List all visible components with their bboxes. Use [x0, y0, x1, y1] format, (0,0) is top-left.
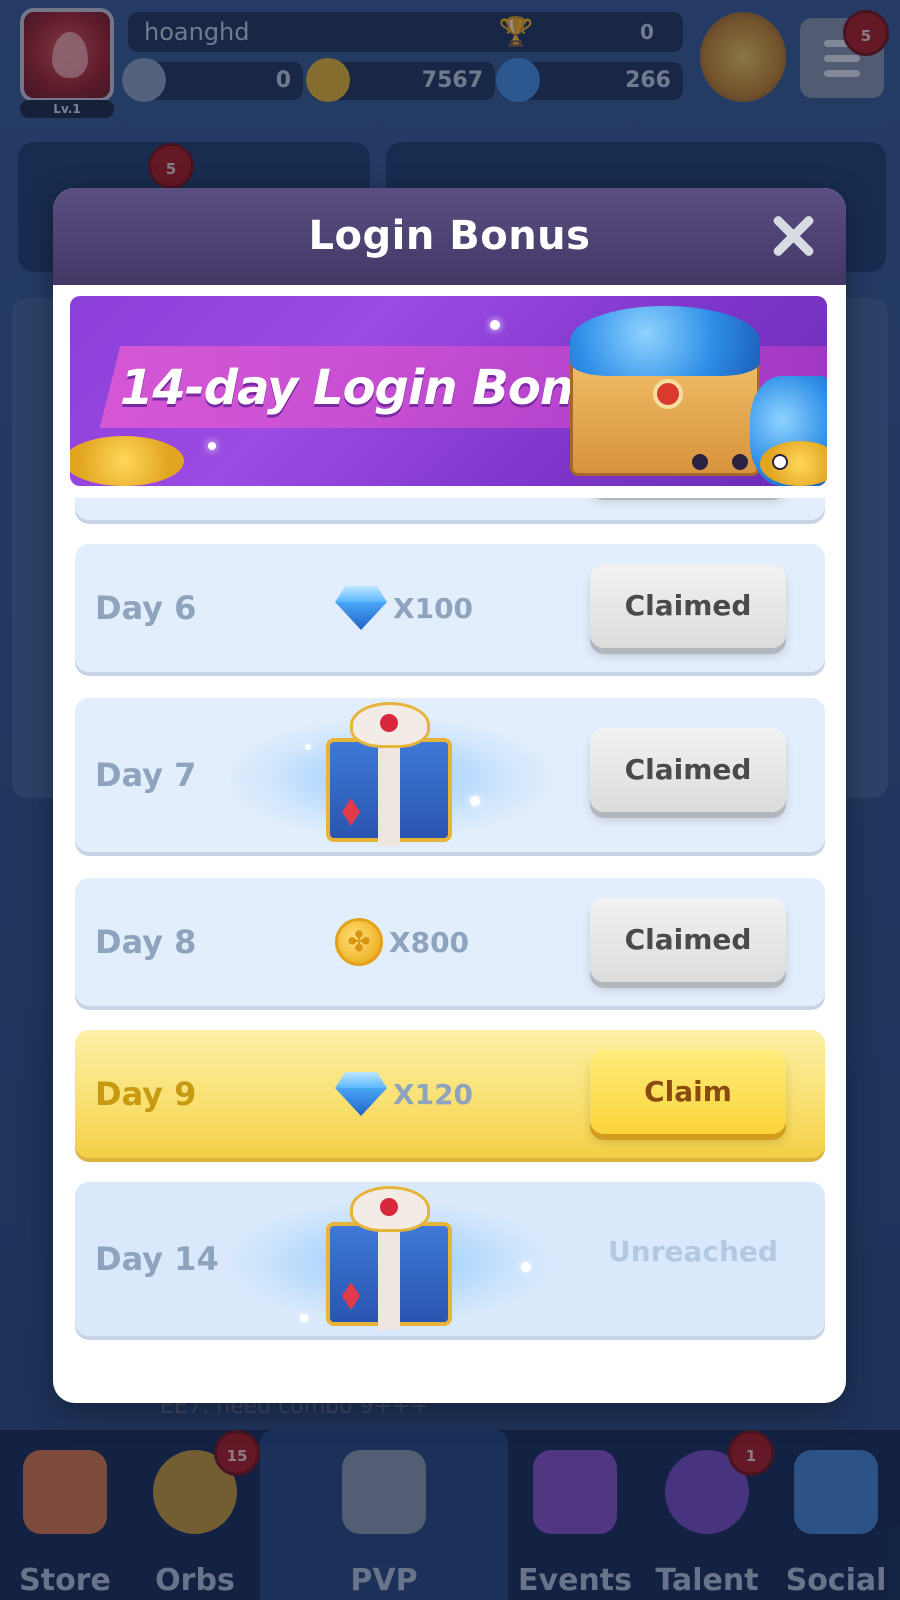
reward: X800 — [335, 878, 495, 1006]
login-bonus-banner[interactable]: 14-day Login Bonus — [70, 296, 827, 486]
gift-box-icon — [230, 1182, 550, 1332]
reward: X100 — [335, 544, 495, 672]
day-label: Day 9 — [95, 1075, 197, 1113]
claim-button[interactable]: Claim — [590, 1050, 786, 1134]
reward-list[interactable]: Day 6 X100 Claimed Day 7 Claimed Day 8 X… — [53, 498, 846, 1393]
list-item: Day 8 X800 Claimed — [75, 878, 825, 1006]
gem-pile-icon — [570, 306, 760, 376]
day-label: Day 6 — [95, 589, 197, 627]
unreached-status: Unreached — [608, 1235, 778, 1268]
list-item: Day 7 Claimed — [75, 698, 825, 852]
reward: X120 — [335, 1030, 495, 1158]
list-item — [75, 498, 825, 520]
day-label: Day 14 — [95, 1240, 219, 1278]
reward-amount: X100 — [393, 591, 474, 625]
coin-pile-icon — [70, 436, 184, 486]
gem-icon — [335, 586, 387, 630]
modal-title: Login Bonus — [308, 213, 591, 259]
reward-amount: X120 — [393, 1077, 474, 1111]
day-label: Day 8 — [95, 923, 197, 961]
page-dot[interactable] — [732, 454, 748, 470]
claimed-button[interactable]: Claimed — [590, 898, 786, 982]
coin-icon — [335, 918, 383, 966]
claimed-button[interactable]: Claimed — [590, 728, 786, 812]
gift-box-icon — [230, 698, 550, 848]
login-bonus-modal: Login Bonus 14-day Login Bonus Day 6 X10… — [53, 188, 846, 1403]
list-item: Day 6 X100 Claimed — [75, 544, 825, 672]
list-item-current: Day 9 X120 Claim — [75, 1030, 825, 1158]
close-icon[interactable] — [765, 208, 821, 264]
banner-pagination[interactable] — [690, 454, 800, 470]
banner-title: 14-day Login Bonus — [120, 360, 635, 416]
list-item: Day 14 Unreached — [75, 1182, 825, 1336]
page-dot-active[interactable] — [772, 454, 788, 470]
gem-icon — [335, 1072, 387, 1116]
day-label: Day 7 — [95, 756, 197, 794]
reward-amount: X800 — [389, 925, 470, 959]
claimed-button[interactable]: Claimed — [590, 564, 786, 648]
modal-header: Login Bonus — [53, 188, 846, 285]
page-dot[interactable] — [692, 454, 708, 470]
